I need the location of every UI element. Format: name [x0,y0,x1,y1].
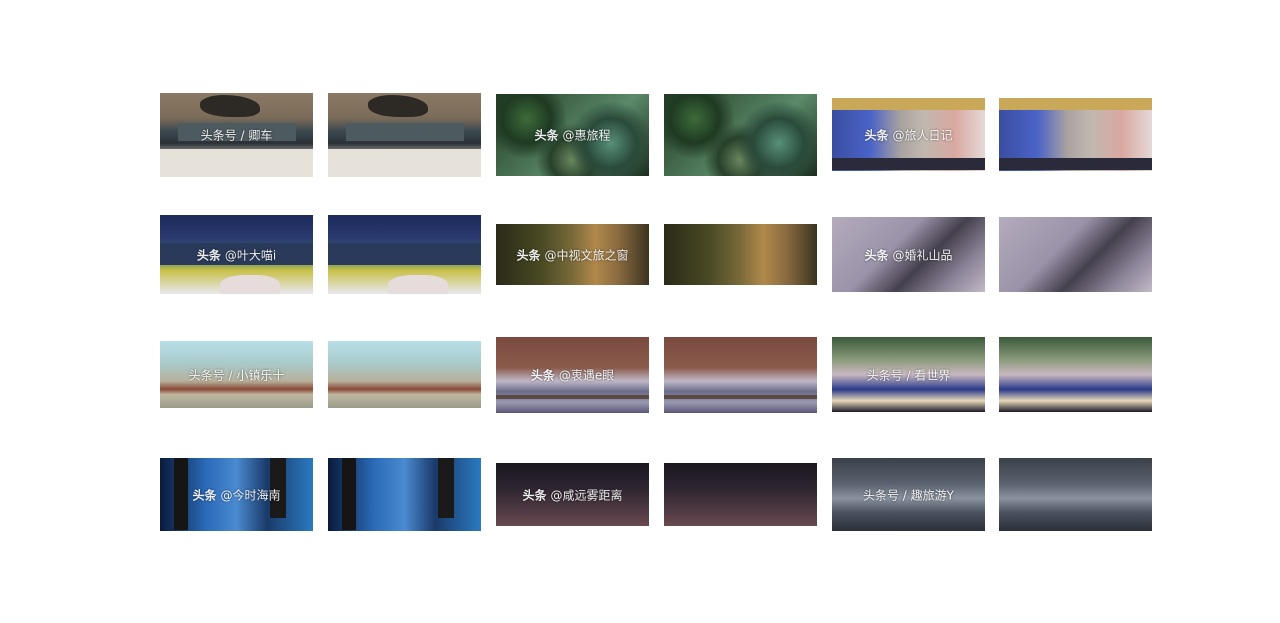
watermark-text: 头条 @衷遇e眼 [496,367,649,384]
watermark-text: 头条 @惠旅程 [496,127,649,144]
watermarked-image: 头条 @咸远雾距离 [496,463,649,526]
watermark-brand: 头条 [530,368,555,383]
watermark-brand: 头条 [522,488,547,502]
image-comparison-grid: 头条号 / 卿车 头条 @惠旅程 头条 @旅人日记 头条 @叶大喵i 头条 @中视文旅之窗 头条 @… [0,0,1280,623]
photo-content [999,217,1152,292]
watermarked-image: 头条 @今时海南 [160,458,313,531]
watermark-text: 头条 @咸远雾距离 [496,486,649,503]
watermarked-image: 头条 @惠旅程 [496,94,649,176]
watermark-handle: 头条号 / 卿车 [200,128,273,143]
watermark-brand: 头条 [534,128,559,143]
watermark-handle: 头条号 / 看世界 [866,368,951,382]
photo-content [328,93,481,177]
watermark-brand: 头条 [864,248,889,262]
watermarked-image: 头条 @衷遇e眼 [496,337,649,413]
photo-content [664,224,817,285]
watermarked-image: 头条号 / 看世界 [832,337,985,412]
watermark-text: 头条号 / 卿车 [160,127,313,144]
photo-content [664,463,817,526]
photo-content [999,458,1152,531]
watermark-text: 头条 @婚礼山品 [832,246,985,263]
watermark-text: 头条 @今时海南 [160,486,313,503]
watermarked-image: 头条 @婚礼山品 [832,217,985,292]
watermark-handle: @今时海南 [220,488,281,502]
watermark-brand: 头条 [864,128,889,142]
watermark-brand: 头条 [516,248,541,262]
clean-image [664,463,817,526]
photo-content [999,98,1152,171]
clean-image [664,337,817,413]
watermark-handle: @咸远雾距离 [550,488,623,502]
watermarked-image: 头条号 / 小镇乐十 [160,341,313,408]
watermarked-image: 头条号 / 趣旅游Y [832,458,985,531]
watermark-handle: 头条号 / 趣旅游Y [862,488,954,502]
clean-image [328,93,481,177]
photo-content [664,94,817,176]
watermark-text: 头条 @中视文旅之窗 [496,246,649,263]
watermarked-image: 头条 @中视文旅之窗 [496,224,649,285]
watermark-brand: 头条 [192,488,217,502]
photo-content [328,341,481,408]
watermark-handle: @旅人日记 [892,128,953,142]
watermark-brand: 头条 [196,248,221,262]
watermark-handle: @中视文旅之窗 [544,248,629,262]
watermark-text: 头条号 / 小镇乐十 [160,366,313,383]
watermark-text: 头条 @旅人日记 [832,126,985,143]
clean-image [999,458,1152,531]
clean-image [664,224,817,285]
photo-content [328,458,481,531]
photo-content [664,337,817,413]
clean-image [664,94,817,176]
watermark-handle: @婚礼山品 [892,248,953,262]
clean-image [328,341,481,408]
clean-image [999,98,1152,171]
photo-content [999,337,1152,412]
watermarked-image: 头条 @叶大喵i [160,215,313,294]
watermark-handle: @惠旅程 [562,128,611,143]
clean-image [328,215,481,294]
photo-content [328,215,481,294]
watermark-handle: @衷遇e眼 [558,368,615,383]
watermark-text: 头条号 / 看世界 [832,366,985,383]
watermark-text: 头条 @叶大喵i [160,246,313,263]
watermark-handle: 头条号 / 小镇乐十 [188,368,285,382]
watermark-text: 头条号 / 趣旅游Y [832,486,985,503]
watermarked-image: 头条 @旅人日记 [832,98,985,171]
clean-image [999,337,1152,412]
clean-image [328,458,481,531]
watermarked-image: 头条号 / 卿车 [160,93,313,177]
watermark-handle: @叶大喵i [224,248,277,262]
clean-image [999,217,1152,292]
